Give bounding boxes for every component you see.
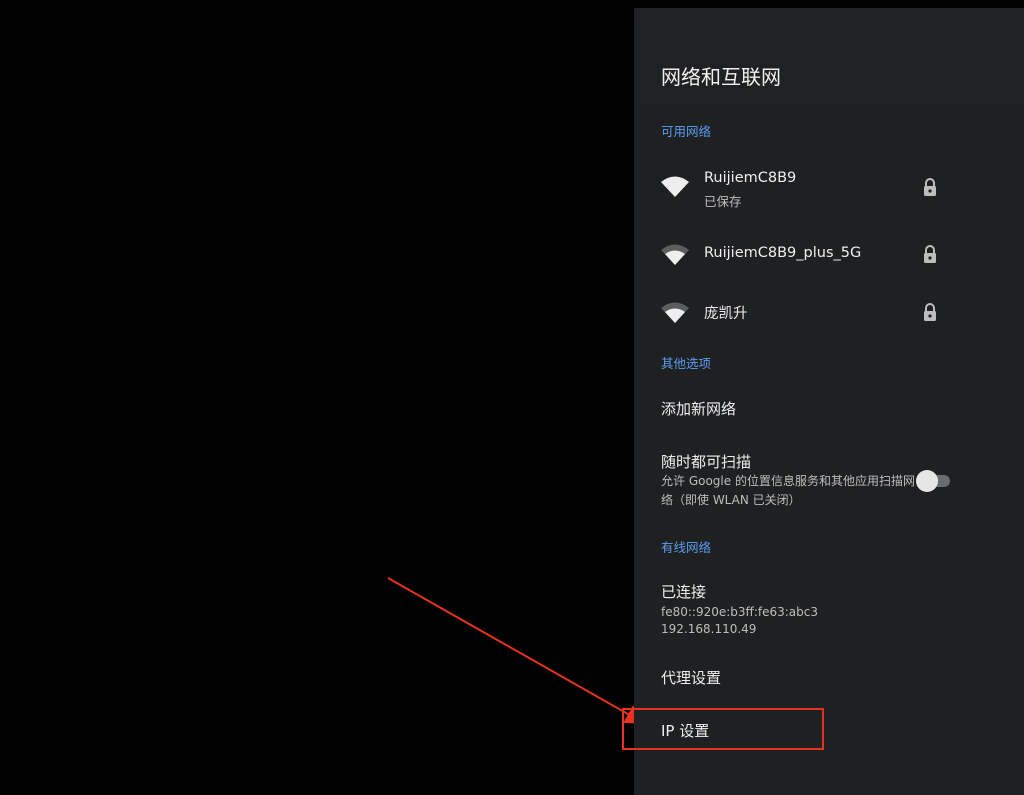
section-other-options: 其他选项 [661,356,712,371]
scan-always-item[interactable]: 随时都可扫描 允许 Google 的位置信息服务和其他应用扫描网络（即使 WLA… [634,446,1024,516]
network-ssid: 庞凯升 [704,306,748,322]
proxy-settings-item[interactable]: 代理设置 [661,667,721,688]
network-ssid: RuijiemC8B9_plus_5G [704,245,862,261]
wired-ipv4: 192.168.110.49 [661,622,757,636]
settings-panel: 网络和互联网 可用网络 RuijiemC8B9 已保存 RuijiemC8B9_… [634,8,1024,795]
lock-icon [924,303,936,321]
scan-always-title: 随时都可扫描 [661,453,752,471]
scan-always-toggle[interactable] [916,468,956,492]
page-title: 网络和互联网 [661,65,781,89]
wired-connection-item[interactable]: 已连接 fe80::920e:b3ff:fe63:abc3 192.168.11… [634,576,1024,640]
add-network-item[interactable]: 添加新网络 [661,398,736,419]
toggle-thumb [916,470,938,492]
section-available-networks: 可用网络 [661,124,712,139]
network-item-3[interactable]: 庞凯升 [634,291,1024,335]
annotation-highlight-box [622,708,824,750]
wired-status: 已连接 [661,583,707,601]
wifi-icon [661,302,689,323]
section-wired-network: 有线网络 [661,540,712,555]
scan-always-description: 允许 Google 的位置信息服务和其他应用扫描网络（即使 WLAN 已关闭） [661,474,915,507]
network-status: 已保存 [704,194,742,209]
wifi-icon [661,176,689,197]
lock-icon [924,178,936,196]
lock-icon [924,245,936,263]
panel-header: 网络和互联网 [634,8,1024,105]
network-ssid: RuijiemC8B9 [704,170,797,186]
network-item-1[interactable]: RuijiemC8B9 已保存 [634,158,1024,218]
wired-ipv6: fe80::920e:b3ff:fe63:abc3 [661,605,818,619]
network-item-2[interactable]: RuijiemC8B9_plus_5G [634,233,1024,277]
wifi-icon [661,244,689,265]
